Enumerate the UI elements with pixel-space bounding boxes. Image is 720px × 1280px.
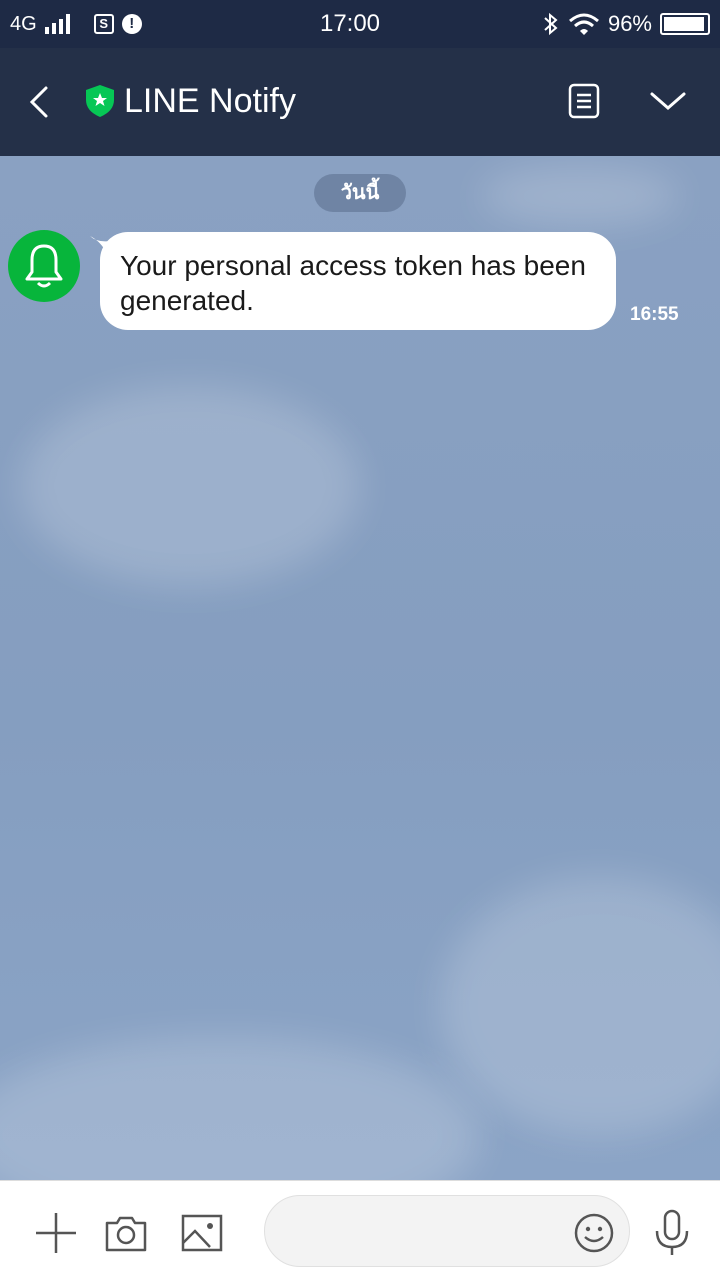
chat-title: LINE Notify bbox=[124, 82, 296, 120]
chat-area[interactable]: วันนี้ Your personal access token has be… bbox=[0, 156, 720, 1180]
chat-header: LINE Notify bbox=[0, 48, 720, 156]
sim-icon: S bbox=[93, 14, 114, 34]
status-left: 4G S ! bbox=[10, 13, 270, 36]
plus-icon[interactable] bbox=[34, 1211, 78, 1255]
bluetooth-icon bbox=[544, 12, 558, 36]
status-bar: 4G S ! 17:00 96% bbox=[0, 0, 720, 48]
mic-icon[interactable] bbox=[654, 1209, 690, 1257]
date-separator: วันนี้ bbox=[314, 174, 406, 212]
signal-icon bbox=[44, 14, 70, 34]
camera-icon[interactable] bbox=[104, 1213, 148, 1253]
background-cloud bbox=[20, 386, 360, 586]
background-cloud bbox=[0, 1036, 480, 1180]
chevron-down-icon[interactable] bbox=[648, 84, 688, 118]
message-text: Your personal access token has been gene… bbox=[120, 250, 586, 316]
avatar[interactable] bbox=[8, 230, 80, 302]
input-bar bbox=[0, 1180, 720, 1280]
bell-icon bbox=[25, 244, 63, 288]
image-icon[interactable] bbox=[180, 1213, 224, 1253]
background-cloud bbox=[480, 166, 680, 226]
status-time: 17:00 bbox=[319, 10, 381, 37]
battery-level bbox=[664, 17, 705, 31]
message-time: 16:55 bbox=[630, 304, 679, 325]
message-bubble[interactable]: Your personal access token has been gene… bbox=[100, 232, 616, 330]
message-input[interactable] bbox=[287, 1196, 577, 1266]
background-cloud bbox=[440, 876, 720, 1136]
network-type: 4G bbox=[10, 12, 37, 35]
status-right: 96% bbox=[450, 11, 710, 37]
notes-icon[interactable] bbox=[566, 82, 602, 120]
alert-icon: ! bbox=[121, 14, 142, 34]
emoji-icon[interactable] bbox=[574, 1213, 614, 1253]
battery-percent: 96% bbox=[607, 11, 652, 36]
wifi-icon bbox=[568, 13, 599, 35]
shield-icon bbox=[86, 85, 114, 117]
battery-icon bbox=[660, 13, 710, 35]
back-icon[interactable] bbox=[22, 82, 62, 122]
